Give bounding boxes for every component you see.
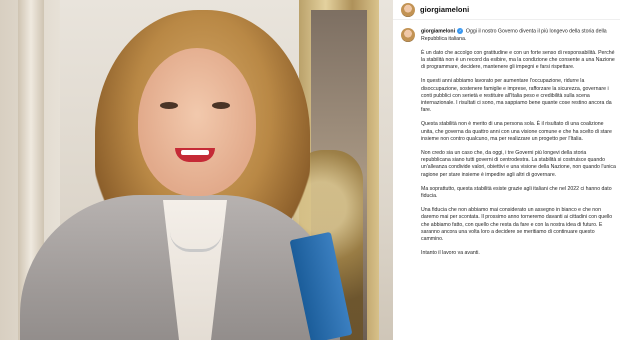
caption-body: È un dato che accolgo con gratitudine e … <box>421 50 616 258</box>
caption-paragraph: Questa stabilità non è merito di una per… <box>421 121 612 142</box>
post-photo[interactable] <box>0 0 393 340</box>
avatar[interactable] <box>401 2 415 17</box>
post-caption: giorgiameloni ✓ Oggi il nostro Governo d… <box>401 28 616 257</box>
caption-paragraph: Intanto il lavoro va avanti. <box>421 250 480 257</box>
photo-subject-face <box>138 48 256 196</box>
caption-intro: giorgiameloni ✓ Oggi il nostro Governo d… <box>421 28 616 43</box>
post-header: giorgiameloni <box>393 0 620 20</box>
verified-badge-icon: ✓ <box>457 28 464 34</box>
photo-subject-eye <box>160 102 178 109</box>
caption-paragraph: È un dato che accolgo con gratitudine e … <box>421 49 615 71</box>
caption-paragraph: Ma soprattutto, questa stabilità esiste … <box>421 185 612 200</box>
caption-first-line: giorgiameloni ✓ Oggi il nostro Governo d… <box>401 28 616 43</box>
caption-paragraph: Non credo sia un caso che, da oggi, i tr… <box>421 150 616 178</box>
caption-username[interactable]: giorgiameloni <box>421 28 455 34</box>
photo-subject-eye <box>212 102 230 109</box>
post-side-panel: giorgiameloni giorgiameloni ✓ Oggi il no… <box>393 0 620 340</box>
header-username[interactable]: giorgiameloni <box>420 5 469 14</box>
caption-paragraph: In questi anni abbiamo lavorato per aume… <box>421 78 612 114</box>
caption-paragraph: Una fiducia che non abbiamo mai consider… <box>421 207 613 243</box>
avatar[interactable] <box>401 28 415 42</box>
